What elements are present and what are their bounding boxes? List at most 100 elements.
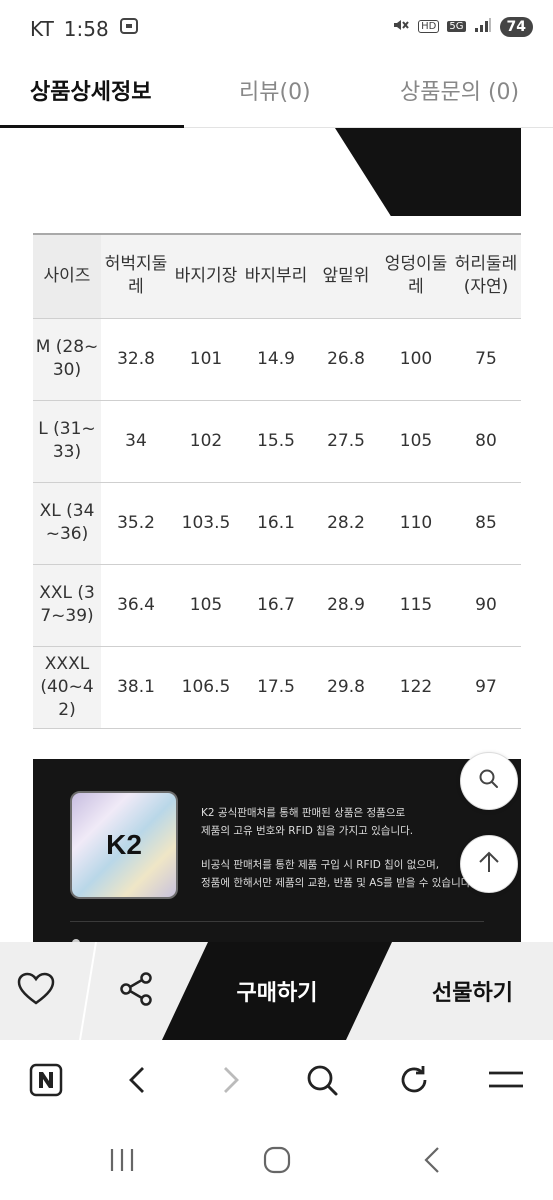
naver-home-button[interactable] bbox=[24, 1060, 68, 1104]
network-badge: 5G bbox=[447, 21, 466, 32]
table-cell: 97 bbox=[475, 676, 497, 697]
table-cell: 17.5 bbox=[257, 676, 295, 697]
size-label: L (31~33) bbox=[33, 400, 101, 482]
divider bbox=[70, 921, 484, 922]
search-fab-button[interactable] bbox=[460, 752, 518, 810]
table-cell: 26.8 bbox=[327, 348, 365, 369]
table-cell: 106.5 bbox=[181, 676, 231, 697]
header-front-rise: 앞밑위 bbox=[311, 234, 381, 318]
table-cell: 80 bbox=[475, 430, 497, 451]
wishlist-button[interactable] bbox=[12, 967, 60, 1015]
chevron-right-icon bbox=[217, 1065, 243, 1099]
buy-button[interactable]: 구매하기 bbox=[162, 942, 392, 1040]
home-button[interactable] bbox=[253, 1138, 301, 1186]
table-cell: 28.9 bbox=[327, 594, 365, 615]
notice-line: 제품의 고유 번호와 RFID 칩을 가지고 있습니다. bbox=[201, 825, 414, 837]
table-cell: 35.2 bbox=[117, 512, 155, 533]
table-cell: 122 bbox=[399, 676, 433, 697]
recent-apps-button[interactable] bbox=[98, 1138, 146, 1186]
header-hem: 바지부리 bbox=[241, 234, 311, 318]
scroll-to-top-button[interactable] bbox=[460, 835, 518, 893]
hd-badge: HD bbox=[418, 20, 440, 33]
size-label: XXL (37~39) bbox=[33, 564, 101, 646]
table-cell: 100 bbox=[399, 348, 433, 369]
header-waist: 허리둘레(자연) bbox=[451, 234, 521, 318]
notice-line: K2 공식판매처를 통해 판매된 상품은 정품으로 bbox=[201, 807, 406, 819]
forward-button[interactable] bbox=[208, 1060, 252, 1104]
k2-notice-text: K2 공식판매처를 통해 판매된 상품은 정품으로 제품의 고유 번호와 RFI… bbox=[201, 804, 501, 892]
table-cell: 110 bbox=[399, 512, 433, 533]
status-left: KT 1:58 bbox=[30, 16, 139, 41]
size-table-header-row: 사이즈 허벅지둘레 바지기장 바지부리 앞밑위 엉덩이둘레 허리둘레(자연) bbox=[33, 234, 521, 318]
table-row: XXXL (40~42) 38.1 106.5 17.5 29.8 122 97 bbox=[33, 646, 521, 728]
header-length: 바지기장 bbox=[171, 234, 241, 318]
heart-icon bbox=[17, 972, 55, 1010]
notice-line: 비공식 판매처를 통한 제품 구입 시 RFID 칩이 없으며, bbox=[201, 859, 440, 871]
naver-n-icon bbox=[28, 1062, 64, 1102]
header-hip: 엉덩이둘레 bbox=[381, 234, 451, 318]
divider bbox=[79, 942, 97, 1040]
table-cell: 90 bbox=[475, 594, 497, 615]
share-icon bbox=[118, 971, 154, 1011]
table-cell: 85 bbox=[475, 512, 497, 533]
hamburger-menu-icon bbox=[488, 1067, 524, 1097]
tab-product-details[interactable]: 상품상세정보 bbox=[30, 74, 151, 106]
size-table: 사이즈 허벅지둘레 바지기장 바지부리 앞밑위 엉덩이둘레 허리둘레(자연) M… bbox=[33, 233, 521, 729]
share-button[interactable] bbox=[112, 967, 160, 1015]
table-cell: 103.5 bbox=[181, 512, 231, 533]
k2-hologram-logo: K2 bbox=[70, 791, 178, 899]
table-cell: 105 bbox=[189, 594, 223, 615]
size-label: M (28~30) bbox=[33, 318, 101, 400]
table-cell: 32.8 bbox=[117, 348, 155, 369]
table-cell: 38.1 bbox=[117, 676, 155, 697]
size-label: XXXL (40~42) bbox=[33, 646, 101, 728]
purchase-action-bar: 구매하기 선물하기 bbox=[0, 942, 553, 1040]
table-cell: 14.9 bbox=[257, 348, 295, 369]
recent-apps-icon bbox=[108, 1147, 136, 1177]
status-bar: KT 1:58 HD 5G 74 bbox=[0, 0, 553, 58]
back-button[interactable] bbox=[116, 1060, 160, 1104]
browser-search-button[interactable] bbox=[300, 1060, 344, 1104]
clock: 1:58 bbox=[63, 16, 109, 41]
table-row: XL (34~36) 35.2 103.5 16.1 28.2 110 85 bbox=[33, 482, 521, 564]
table-cell: 28.2 bbox=[327, 512, 365, 533]
table-cell: 101 bbox=[189, 348, 223, 369]
home-icon bbox=[263, 1146, 291, 1178]
reload-button[interactable] bbox=[392, 1060, 436, 1104]
chevron-left-icon bbox=[125, 1065, 151, 1099]
search-icon bbox=[477, 767, 501, 795]
k2-logo-text: K2 bbox=[106, 829, 142, 860]
system-back-button[interactable] bbox=[408, 1138, 456, 1186]
active-tab-indicator bbox=[0, 125, 184, 128]
table-cell: 36.4 bbox=[117, 594, 155, 615]
header-thigh: 허벅지둘레 bbox=[101, 234, 171, 318]
table-cell: 16.1 bbox=[257, 512, 295, 533]
battery-indicator: 74 bbox=[499, 16, 533, 37]
refresh-icon bbox=[397, 1063, 431, 1101]
table-cell: 115 bbox=[399, 594, 433, 615]
k2-authenticity-notice: K2 K2 공식판매처를 통해 판매된 상품은 정품으로 제품의 고유 번호와 … bbox=[33, 759, 521, 942]
tab-reviews[interactable]: 리뷰(0) bbox=[239, 74, 311, 106]
gift-button[interactable]: 선물하기 bbox=[392, 942, 553, 1040]
table-cell: 27.5 bbox=[327, 430, 365, 451]
screenshot-icon bbox=[119, 16, 139, 41]
carrier-label: KT bbox=[30, 16, 54, 41]
notice-line: 정품에 한해서만 제품의 교환, 반품 및 AS를 받을 수 있습니다. bbox=[201, 877, 474, 889]
arrow-up-icon bbox=[475, 848, 503, 880]
table-cell: 105 bbox=[399, 430, 433, 451]
table-row: M (28~30) 32.8 101 14.9 26.8 100 75 bbox=[33, 318, 521, 400]
search-icon bbox=[305, 1063, 339, 1101]
table-cell: 102 bbox=[189, 430, 223, 451]
table-cell: 75 bbox=[475, 348, 497, 369]
table-cell: 16.7 bbox=[257, 594, 295, 615]
status-right: HD 5G 74 bbox=[392, 16, 533, 37]
size-label: XL (34~36) bbox=[33, 482, 101, 564]
mute-icon bbox=[392, 16, 410, 37]
header-size: 사이즈 bbox=[33, 234, 101, 318]
menu-button[interactable] bbox=[484, 1060, 528, 1104]
back-arrow-icon bbox=[421, 1145, 443, 1179]
banner-image-fragment bbox=[335, 128, 521, 216]
browser-toolbar bbox=[0, 1040, 553, 1124]
table-row: XXL (37~39) 36.4 105 16.7 28.9 115 90 bbox=[33, 564, 521, 646]
tab-product-inquiry[interactable]: 상품문의 (0) bbox=[400, 74, 519, 106]
